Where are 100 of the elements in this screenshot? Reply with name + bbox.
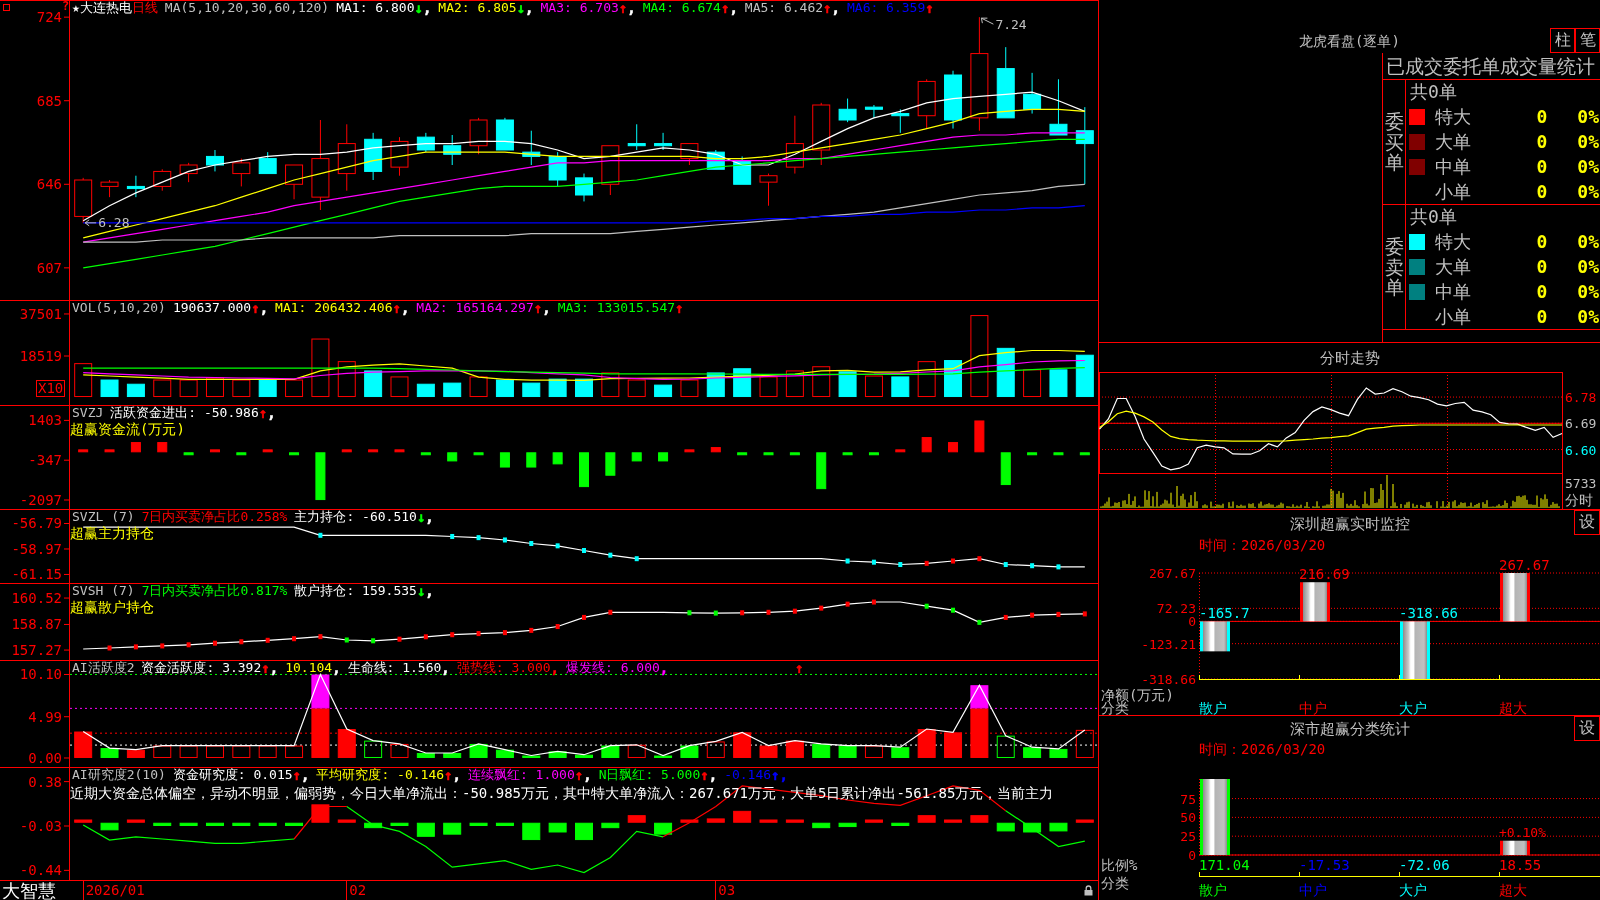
fund-flow-bar <box>341 449 352 453</box>
research-bar <box>548 822 567 833</box>
fund-flow-bar <box>473 452 484 456</box>
legend-separator: , <box>550 661 560 675</box>
order-count: 0 <box>1536 231 1548 252</box>
order-percent: 0% <box>1577 306 1599 327</box>
candlestick <box>601 145 620 196</box>
lock-icon[interactable] <box>1084 885 1093 896</box>
candlestick <box>364 132 383 181</box>
point-marker-icon <box>819 605 824 611</box>
value-label: 216.69 <box>1299 566 1350 583</box>
research-bar <box>337 819 356 823</box>
candlestick <box>443 134 462 166</box>
research-bar <box>1075 819 1094 823</box>
legend-label: 活跃资金进出: -50.986 <box>110 406 259 420</box>
indicator-name: SVZL (7) <box>72 510 135 524</box>
research-bar <box>575 822 593 841</box>
legend-separator: , <box>422 1 432 15</box>
axis-tick-label: 646 <box>36 176 62 193</box>
candlestick <box>548 151 567 187</box>
category-label: 中户 <box>1299 700 1327 715</box>
help-mark[interactable]: ? <box>62 0 70 12</box>
candlestick <box>126 175 145 198</box>
axis-tick-label: -347 <box>28 452 62 469</box>
fund-flow-bar <box>315 452 326 501</box>
category-bar <box>1500 573 1530 622</box>
axis-tick-label: 6.69 <box>1565 416 1597 432</box>
point-marker-icon <box>502 630 507 636</box>
axis-tick-label: 0.00 <box>28 750 62 766</box>
point-marker-icon <box>212 640 217 646</box>
legend-label: MA3: 6.703 <box>540 1 619 15</box>
candlestick <box>232 158 251 187</box>
order-total: 共0单 <box>1410 207 1457 227</box>
point-marker-icon <box>1003 614 1008 620</box>
fund-flow-bar <box>394 449 405 453</box>
legend-label: -0.146 <box>724 768 772 782</box>
stock-title: ★大连热电日线 <box>72 1 158 15</box>
trend-arrow: ↑ <box>261 661 270 675</box>
legend-separator: , <box>525 1 534 15</box>
legend-separator: , <box>583 768 592 782</box>
point-marker-icon <box>792 608 797 614</box>
legend-label: MA6: 6.359 <box>847 1 926 15</box>
candlestick <box>785 115 804 175</box>
point-marker-icon <box>871 559 876 565</box>
order-count: 0 <box>1536 181 1548 202</box>
activity-bar <box>311 674 330 709</box>
order-percent: 0% <box>1577 131 1599 152</box>
ratio-reading: 171.04 <box>1199 857 1250 873</box>
mode-button[interactable]: 笔 <box>1575 28 1600 53</box>
legend-label: 7日内买卖净占比0.817% <box>141 584 288 598</box>
point-marker-icon <box>502 537 507 543</box>
point-marker-icon <box>740 610 745 616</box>
axis-tick-label: -58.97 <box>11 541 62 557</box>
fund-flow-bar <box>420 452 431 456</box>
axis-tick-label: 607 <box>36 259 62 276</box>
mode-button[interactable]: 柱 <box>1550 28 1575 53</box>
research-bar <box>864 819 883 823</box>
legend-separator: , <box>452 768 461 782</box>
legend-label: 主力持仓: -60.510 <box>294 510 417 524</box>
research-bar <box>232 822 251 826</box>
point-marker-icon <box>582 548 586 553</box>
price-extreme-label: 7.24 <box>995 17 1027 33</box>
settings-button[interactable]: 设 <box>1574 716 1600 741</box>
pointer-arrow-icon <box>84 219 97 227</box>
fund-flow-bar <box>684 449 695 453</box>
research-bar <box>785 819 804 823</box>
research-bar <box>416 822 435 837</box>
axis-tick-label: -0.03 <box>19 818 62 834</box>
point-marker-icon <box>186 642 191 648</box>
candlestick <box>258 151 277 175</box>
value-label: -165.7 <box>1199 605 1250 622</box>
point-marker-icon <box>318 634 323 640</box>
fund-flow-bar <box>1000 452 1011 486</box>
trend-arrow: ↑ <box>574 768 584 782</box>
point-marker-icon <box>450 632 455 638</box>
axis-tick-label: 37501 <box>19 305 62 322</box>
legend-separator: , <box>659 661 669 675</box>
fund-flow-bar <box>868 452 879 456</box>
order-count: 0 <box>1536 306 1548 327</box>
change-annotation: +0.10% <box>1499 824 1546 840</box>
trend-arrow: ↑ <box>392 301 401 315</box>
axis-tick-label: 724 <box>36 9 62 26</box>
candlestick <box>1023 72 1042 115</box>
research-bar <box>285 822 304 826</box>
candlestick <box>838 98 857 123</box>
stats-title: 已成交委托单成交量统计 <box>1386 55 1595 77</box>
candlestick <box>416 132 435 153</box>
point-marker-icon <box>1082 611 1087 617</box>
research-bar <box>364 822 383 829</box>
candlestick <box>74 177 93 224</box>
research-bar <box>680 819 699 823</box>
point-marker-icon <box>107 645 112 651</box>
category-label: 大户 <box>1399 882 1427 898</box>
trend-arrow: ↑ <box>444 768 453 782</box>
fund-flow-bar <box>658 452 669 462</box>
candlestick <box>891 108 910 134</box>
research-bar <box>179 822 198 826</box>
settings-button[interactable]: 设 <box>1574 510 1600 535</box>
research-bar <box>495 822 514 826</box>
point-marker-icon <box>133 644 138 650</box>
